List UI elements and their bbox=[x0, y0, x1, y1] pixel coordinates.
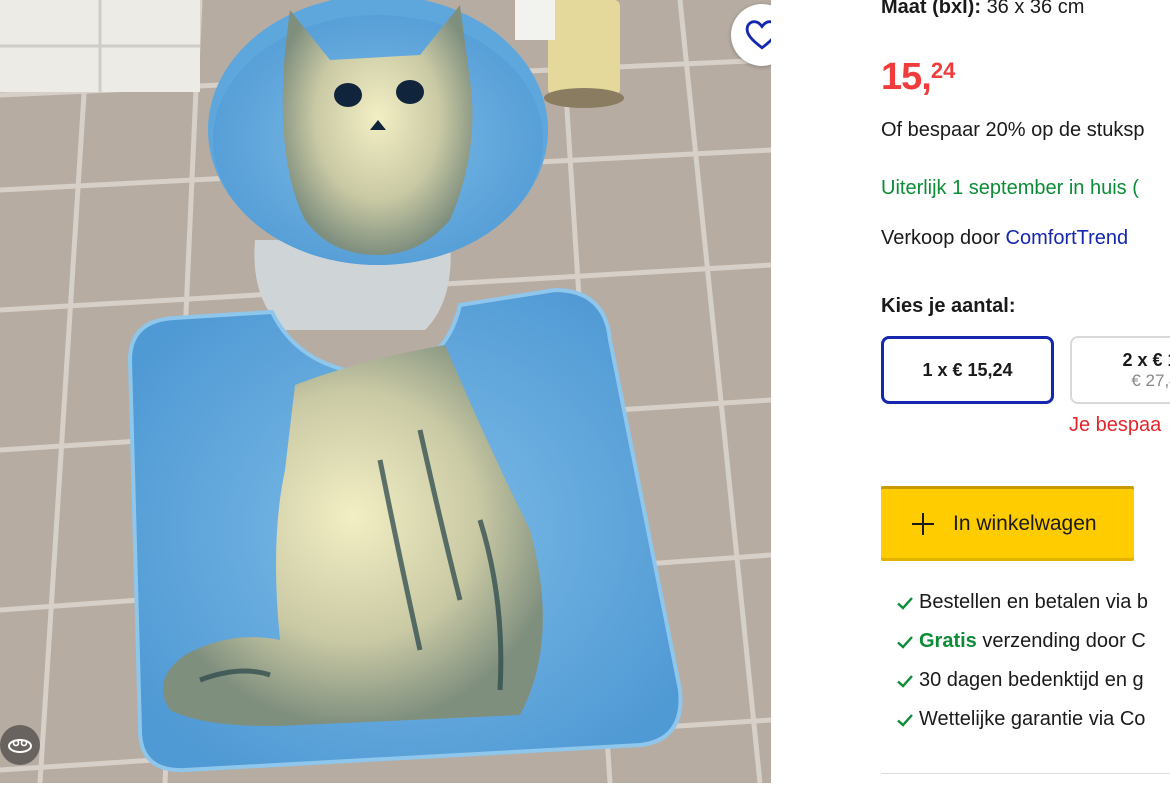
quantity-option-label: 2 x € 13 bbox=[1122, 349, 1170, 370]
usp-text: 30 dagen bedenktijd en g bbox=[919, 669, 1144, 691]
size-spec: Maat (bxl): 36 x 36 cm bbox=[881, 0, 1084, 19]
360-view-button[interactable] bbox=[0, 725, 40, 765]
usp-item: 30 dagen bedenktijd en g bbox=[895, 669, 1144, 692]
product-photo-illustration bbox=[0, 0, 771, 783]
add-to-cart-button[interactable]: In winkelwagen bbox=[881, 486, 1134, 561]
seller-info: Verkoop door ComfortTrend bbox=[881, 227, 1128, 250]
usp-text: verzending door C bbox=[976, 630, 1146, 652]
quantity-option-2[interactable]: 2 x € 13 € 27,4 bbox=[1070, 336, 1170, 404]
plus-icon bbox=[911, 512, 935, 536]
usp-bold: Gratis bbox=[919, 630, 977, 652]
price-cents: 24 bbox=[930, 58, 956, 83]
quantity-option-old-price: € 27,4 bbox=[1131, 370, 1170, 390]
usp-item: Gratis verzending door C bbox=[895, 630, 1146, 653]
delivery-promise: Uiterlijk 1 september in huis ( bbox=[881, 177, 1139, 199]
divider bbox=[881, 773, 1170, 774]
price-euros: 15, bbox=[881, 56, 932, 98]
size-label: Maat (bxl): bbox=[881, 0, 981, 18]
check-icon bbox=[897, 635, 913, 649]
multi-buy-offer[interactable]: Of bespaar 20% op de stuksp bbox=[881, 119, 1145, 142]
usp-text: Wettelijke garantie via Co bbox=[919, 708, 1146, 730]
product-image[interactable] bbox=[0, 0, 771, 783]
quantity-savings-text: Je bespaa bbox=[1069, 414, 1162, 436]
usp-item: Wettelijke garantie via Co bbox=[895, 708, 1145, 731]
heart-icon bbox=[745, 20, 771, 50]
usp-text: Bestellen en betalen via b bbox=[919, 591, 1149, 613]
check-icon bbox=[897, 713, 913, 727]
quantity-option-1[interactable]: 1 x € 15,24 bbox=[881, 336, 1054, 404]
check-icon bbox=[897, 674, 913, 688]
check-icon bbox=[897, 596, 913, 610]
360-view-icon bbox=[8, 739, 32, 753]
usp-item: Bestellen en betalen via b bbox=[895, 591, 1148, 614]
add-to-cart-label: In winkelwagen bbox=[953, 511, 1097, 535]
quantity-title: Kies je aantal: bbox=[881, 295, 1016, 317]
size-value: 36 x 36 cm bbox=[986, 0, 1085, 18]
seller-prefix: Verkoop door bbox=[881, 227, 1000, 249]
seller-link[interactable]: ComfortTrend bbox=[1006, 227, 1129, 249]
product-buy-panel: Maat (bxl): 36 x 36 cm 15,24 Of bespaar … bbox=[881, 0, 1170, 801]
price: 15,24 bbox=[881, 56, 955, 99]
quantity-option-label: 1 x € 15,24 bbox=[922, 359, 1013, 380]
